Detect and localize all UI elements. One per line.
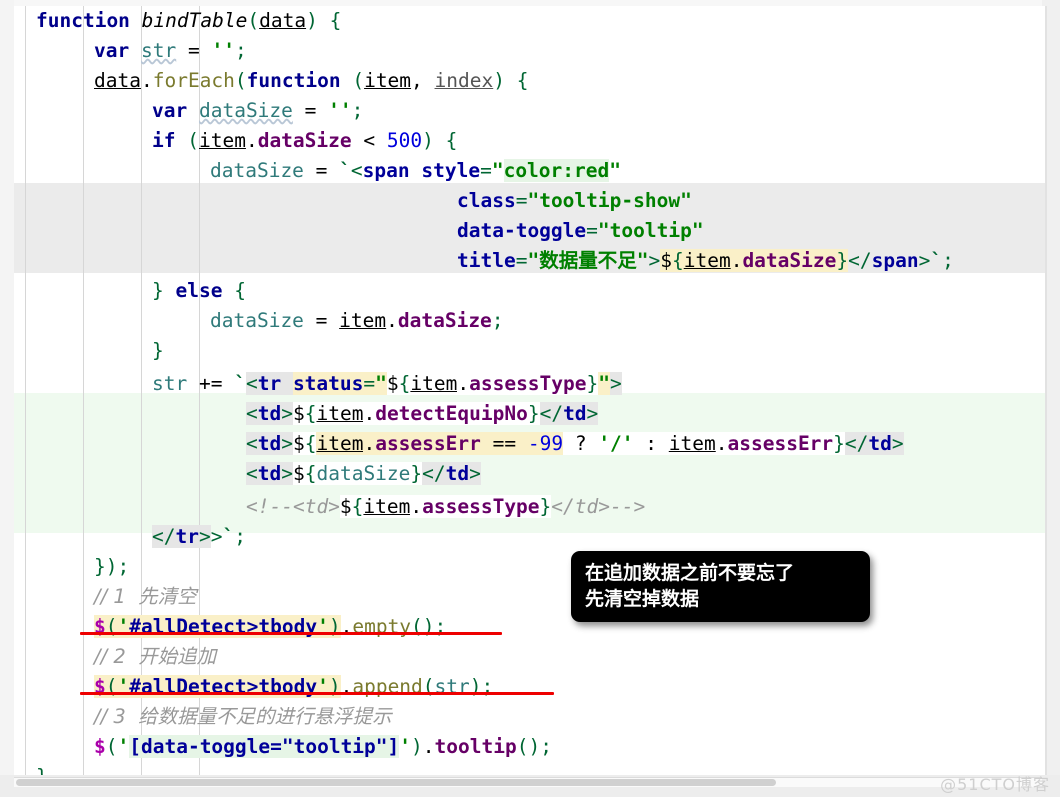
- token-attr-class: class: [457, 189, 516, 212]
- code-line[interactable]: $('#allDetect>tbody').append(str);: [94, 672, 493, 702]
- token-tag-tr: tr: [257, 372, 282, 395]
- token-comment-2: // 2 开始追加: [94, 645, 217, 668]
- token-tag-td: td: [257, 432, 282, 455]
- token-var-datasize: dataSize: [210, 159, 304, 182]
- code-line[interactable]: title="数据量不足">${item.dataSize}</span>`;: [457, 246, 954, 276]
- token-var-str: str: [152, 372, 188, 395]
- token-prop-datasize: dataSize: [742, 249, 837, 272]
- token-number-500: 500: [386, 129, 423, 152]
- token-param-item: item: [363, 495, 411, 518]
- token-selector-tooltip: [data-toggle="tooltip"]: [129, 735, 400, 758]
- token-keyword-if: if: [152, 129, 176, 152]
- token-param-item: item: [316, 432, 364, 455]
- token-keyword-function: function: [36, 9, 130, 32]
- code-line[interactable]: </tr>>`;: [152, 522, 246, 552]
- code-line[interactable]: data-toggle="tooltip": [457, 216, 704, 246]
- token-attr-title: title: [457, 249, 516, 272]
- watermark: @51CTO博客: [940, 775, 1050, 794]
- token-comment-1: // 1 先清空: [94, 585, 197, 608]
- code-line[interactable]: if (item.dataSize < 500) {: [152, 126, 457, 156]
- token-attrval-tooltip-show: tooltip-show: [539, 189, 681, 212]
- code-line[interactable]: } else {: [152, 276, 246, 306]
- token-attrval-tooltip: tooltip: [609, 219, 692, 242]
- token-param-data: data: [94, 69, 141, 92]
- token-tag-span: span: [871, 249, 919, 272]
- token-param-item: item: [198, 129, 246, 152]
- code-line[interactable]: dataSize = item.dataSize;: [210, 306, 504, 336]
- token-param-index: index: [434, 69, 494, 92]
- code-line[interactable]: var str = '';: [94, 36, 247, 66]
- token-keyword-var: var: [94, 39, 130, 62]
- token-attr-data-toggle: data-toggle: [457, 219, 587, 242]
- token-attrval-color-red: color:red: [503, 159, 610, 182]
- token-comment-open: <!--<td>: [246, 495, 340, 518]
- code-line[interactable]: $('[data-toggle="tooltip"]').tooltip();: [94, 732, 552, 762]
- token-var-datasize: dataSize: [198, 99, 293, 122]
- code-line[interactable]: <td>${dataSize}</td>: [246, 459, 481, 489]
- error-underline-append-call: [80, 692, 554, 695]
- token-param-item: item: [410, 372, 458, 395]
- token-comment-3: // 3 给数据量不足的进行悬浮提示: [94, 705, 392, 728]
- token-prop-assesstype: assessType: [422, 495, 540, 518]
- code-line-comment[interactable]: // 3 给数据量不足的进行悬浮提示: [94, 702, 392, 732]
- token-keyword-else: else: [175, 279, 223, 302]
- token-tag-tr: tr: [175, 525, 199, 548]
- token-var-datasize: dataSize: [316, 462, 411, 485]
- token-var-datasize: dataSize: [210, 309, 304, 332]
- token-prop-assesserr: assessErr: [727, 432, 834, 455]
- code-line[interactable]: str += `<tr status="${item.assessType}">: [152, 369, 622, 399]
- indent-guide-0: [25, 6, 26, 775]
- token-param-data: data: [259, 9, 307, 32]
- screenshot-root: function bindTable(data) { var str = '';…: [0, 0, 1060, 797]
- token-attr-status: status: [292, 372, 364, 395]
- error-underline-empty-call: [80, 632, 502, 635]
- code-line[interactable]: <td>${item.detectEquipNo}</td>: [246, 399, 599, 429]
- code-line-comment[interactable]: // 2 开始追加: [94, 642, 216, 672]
- token-prop-datasize: dataSize: [397, 309, 492, 332]
- code-line-comment[interactable]: // 1 先清空: [94, 582, 197, 612]
- token-var-str: str: [140, 39, 177, 62]
- code-line[interactable]: <!--<td>${item.assessType}</td>-->: [246, 492, 645, 522]
- annotation-callout: 在追加数据之前不要忘了 先清空掉数据: [571, 551, 870, 622]
- token-keyword-var: var: [152, 99, 188, 122]
- token-function-name: bindTable: [141, 9, 248, 32]
- token-prop-datasize: dataSize: [257, 129, 352, 152]
- token-tag-td: td: [445, 462, 470, 485]
- token-param-item: item: [316, 402, 364, 425]
- token-tag-td: td: [257, 462, 282, 485]
- code-line[interactable]: }: [152, 336, 164, 366]
- code-line[interactable]: });: [94, 552, 129, 582]
- indent-guide-1: [83, 6, 84, 775]
- code-line[interactable]: $('#allDetect>tbody').empty();: [94, 612, 446, 642]
- window-frame-left: [0, 0, 14, 797]
- token-number-neg99: -99: [527, 432, 564, 455]
- token-prop-detectequipno: detectEquipNo: [375, 402, 528, 425]
- token-tag-td: td: [563, 402, 587, 425]
- token-method-tooltip: tooltip: [434, 735, 517, 758]
- token-attr-style: style: [421, 159, 481, 182]
- token-tag-span: span: [362, 159, 410, 182]
- horizontal-scrollbar[interactable]: [16, 779, 776, 786]
- token-param-item: item: [668, 432, 716, 455]
- token-method-foreach: forEach: [152, 69, 235, 92]
- token-param-item: item: [339, 309, 387, 332]
- code-line[interactable]: dataSize = `<span style="color:red": [210, 156, 621, 186]
- token-tag-td: td: [257, 402, 282, 425]
- code-line[interactable]: data.forEach(function (item, index) {: [94, 66, 528, 96]
- token-param-item: item: [683, 249, 731, 272]
- token-prop-assesserr: assessErr: [375, 432, 481, 455]
- code-line[interactable]: var dataSize = '';: [152, 96, 363, 126]
- token-jquery-dollar: $: [94, 735, 106, 758]
- code-line[interactable]: function bindTable(data) {: [36, 6, 341, 36]
- token-attrval-title-cjk: 数据量不足: [539, 249, 637, 272]
- code-line[interactable]: class="tooltip-show": [457, 186, 692, 216]
- token-param-item: item: [364, 69, 412, 92]
- token-keyword-function: function: [246, 69, 341, 92]
- code-line[interactable]: }: [36, 762, 48, 775]
- code-editor[interactable]: function bindTable(data) { var str = '';…: [14, 6, 1045, 775]
- token-prop-assesstype: assessType: [469, 372, 587, 395]
- code-line[interactable]: <td>${item.assessErr == -99 ? '/' : item…: [246, 429, 904, 459]
- token-comment-close: </td>-->: [551, 495, 646, 518]
- token-tag-td: td: [868, 432, 892, 455]
